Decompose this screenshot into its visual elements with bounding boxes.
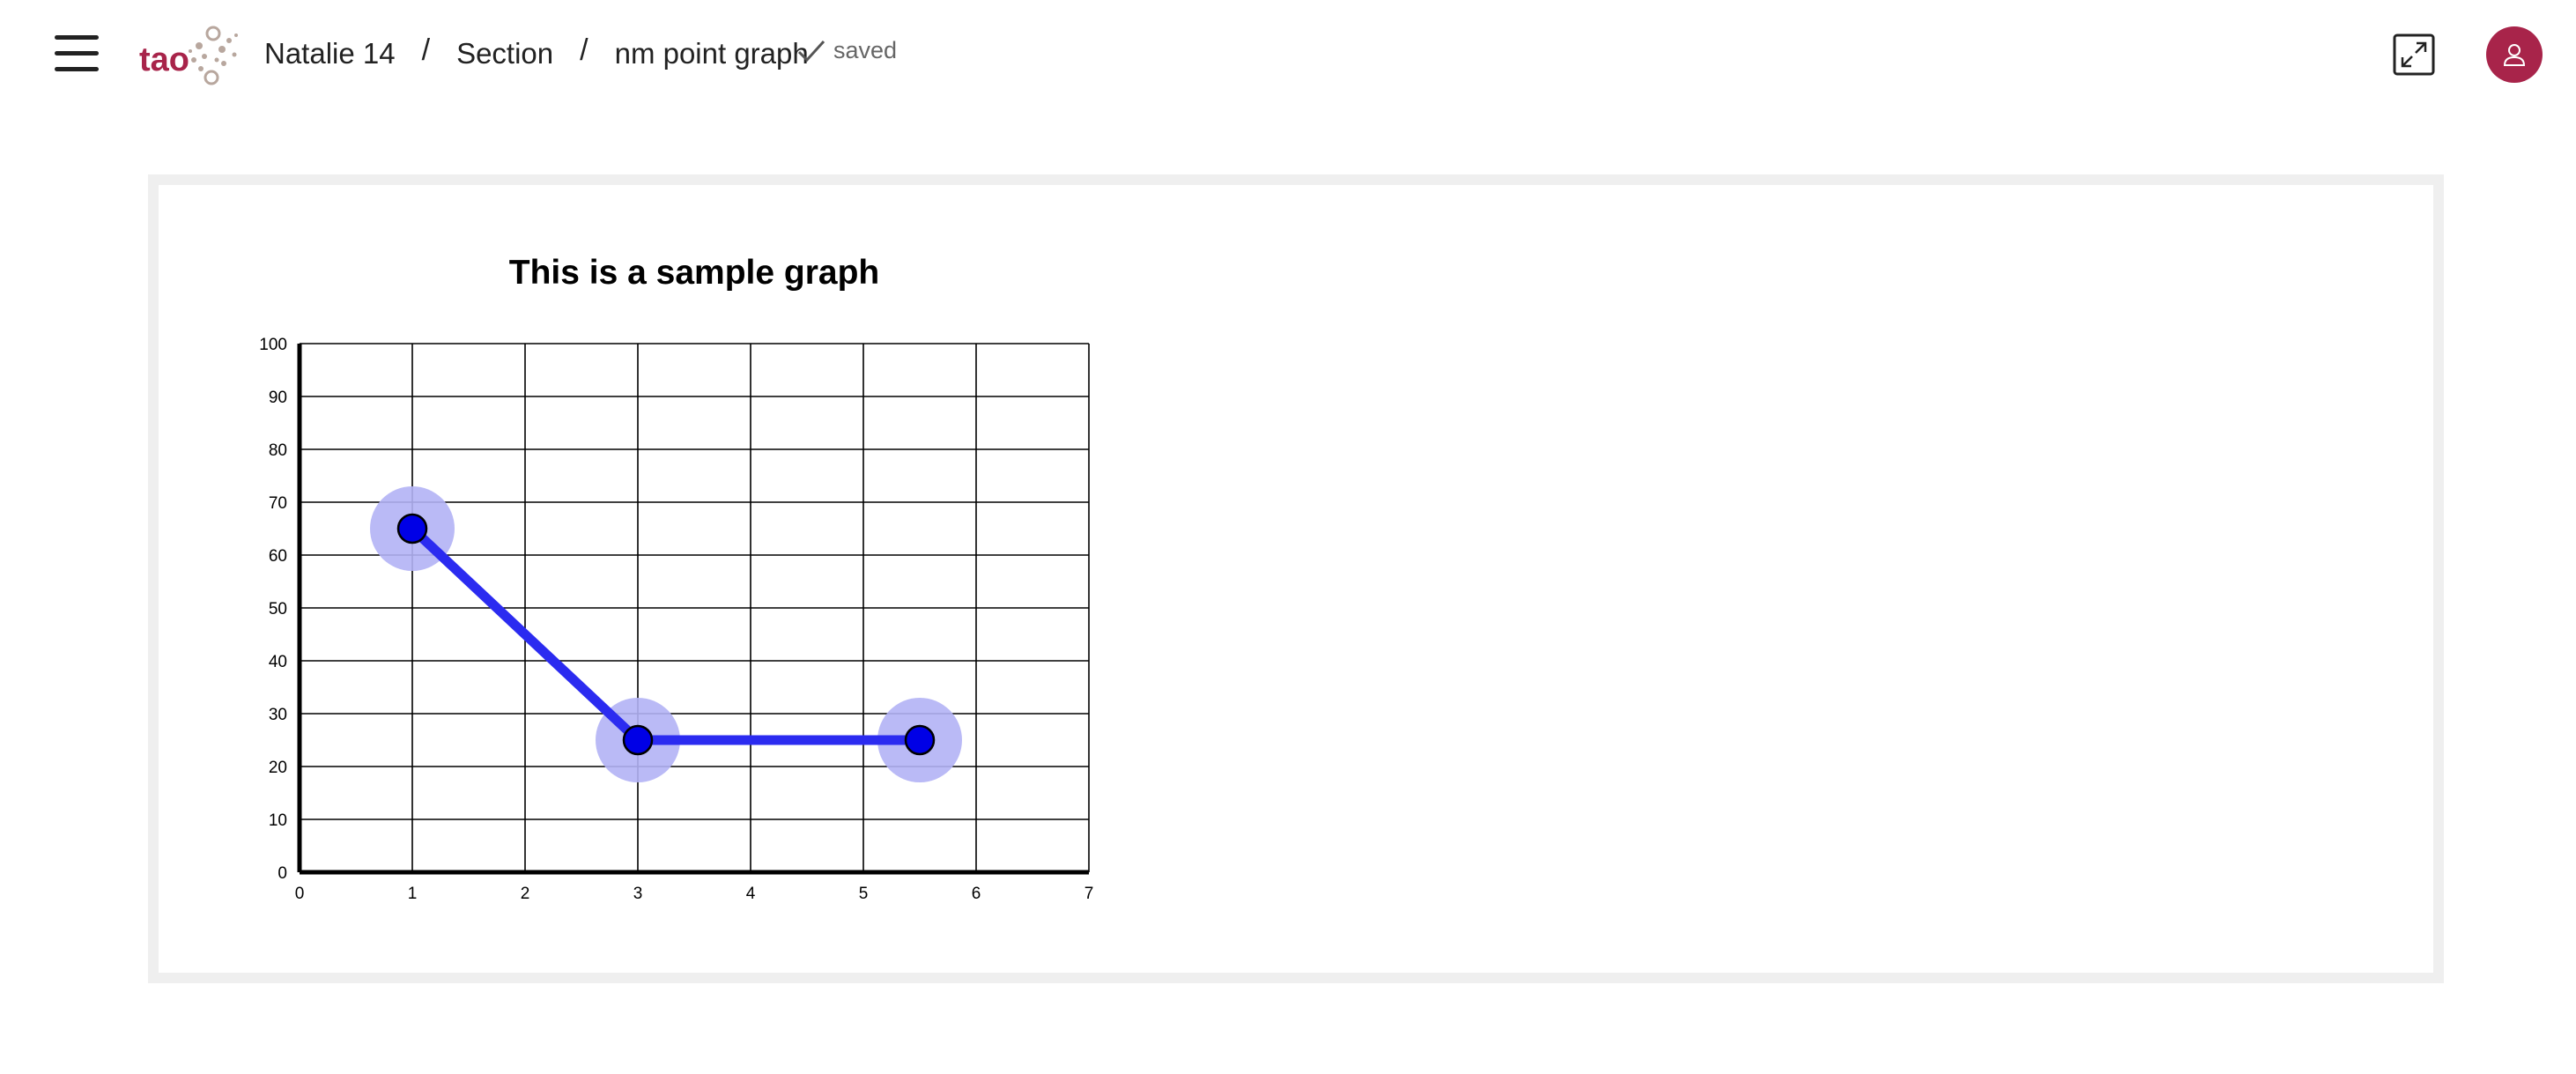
y-tick-label: 50 (269, 600, 287, 618)
data-point[interactable] (396, 513, 428, 544)
y-tick-label: 0 (278, 864, 287, 883)
series-line (409, 524, 920, 745)
x-tick-label: 3 (633, 885, 643, 903)
x-tick-label: 1 (408, 885, 418, 903)
x-tick-label: 5 (859, 885, 869, 903)
data-point[interactable] (622, 724, 654, 756)
chart-title: This is a sample graph (509, 254, 879, 292)
y-tick-label: 80 (269, 441, 287, 460)
y-tick-label: 20 (269, 759, 287, 777)
y-tick-label: 60 (269, 547, 287, 566)
x-tick-label: 2 (521, 885, 530, 903)
x-tick-label: 6 (972, 885, 981, 903)
x-tick-label: 7 (1084, 885, 1094, 903)
y-tick-label: 40 (269, 653, 287, 671)
y-tick-label: 30 (269, 706, 287, 724)
y-tick-label: 70 (269, 494, 287, 513)
y-tick-label: 90 (269, 389, 287, 407)
x-tick-label: 0 (295, 885, 305, 903)
y-tick-label: 100 (259, 336, 287, 354)
data-point[interactable] (904, 724, 936, 756)
point-graph[interactable]: This is a sample graph 0 1 2 3 4 5 6 7010203040… (0, 0, 2576, 1070)
y-tick-label: 10 (269, 811, 287, 830)
x-tick-label: 4 (746, 885, 756, 903)
